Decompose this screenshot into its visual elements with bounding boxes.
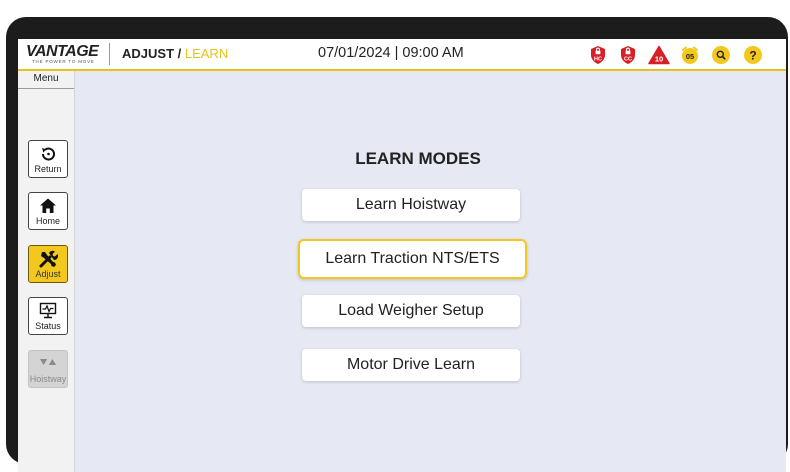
car-call-lock-icon[interactable]: CC: [618, 45, 638, 65]
load-weigher-setup-button[interactable]: Load Weigher Setup: [302, 295, 520, 327]
sidebar-item-label: Return: [34, 164, 62, 174]
home-icon: [40, 198, 56, 213]
header-divider: [109, 43, 110, 65]
sidebar-item-label: Home: [35, 216, 60, 226]
cc-label: CC: [624, 56, 632, 62]
svg-text:?: ?: [749, 49, 756, 63]
logo-tagline: THE POWER TO MOVE: [32, 59, 95, 64]
monitor-icon: [39, 302, 57, 319]
sidebar-item-label: Adjust: [35, 269, 61, 279]
sidebar-item-status[interactable]: Status: [28, 297, 68, 335]
vantage-logo: VANTAGE THE POWER TO MOVE: [26, 44, 102, 66]
up-down-arrows-icon: [40, 359, 56, 365]
return-icon: [41, 147, 55, 161]
breadcrumb-separator: /: [174, 46, 185, 61]
page-title: LEARN MODES: [355, 149, 481, 168]
logo-text: VANTAGE: [26, 43, 99, 60]
tools-icon: [39, 250, 58, 268]
header-bar: VANTAGE THE POWER TO MOVE ADJUST / LEARN…: [18, 39, 786, 71]
date-time: 07/01/2024 | 09:00 AM: [318, 45, 464, 61]
learn-traction-nts-ets-button[interactable]: Learn Traction NTS/ETS: [298, 239, 527, 279]
sidebar-item-label: Status: [35, 321, 61, 331]
breadcrumb-current: LEARN: [184, 46, 229, 61]
alarm-count: 10: [655, 55, 663, 64]
screen: VANTAGE THE POWER TO MOVE ADJUST / LEARN…: [18, 39, 786, 472]
motor-drive-learn-button[interactable]: Motor Drive Learn: [302, 349, 520, 381]
menu-label: Menu: [18, 71, 74, 89]
sidebar-item-adjust[interactable]: Adjust: [28, 245, 68, 283]
sidebar-item-return[interactable]: Return: [28, 140, 68, 178]
sidebar-item-hoistway[interactable]: Hoistway: [28, 350, 68, 388]
search-icon[interactable]: [711, 45, 731, 65]
breadcrumb-parent[interactable]: ADJUST: [122, 46, 174, 61]
help-icon[interactable]: ?: [743, 45, 763, 65]
alarm-clock-count: 05: [686, 52, 694, 61]
sidebar-item-home[interactable]: Home: [28, 192, 68, 230]
sidebar-item-label: Hoistway: [29, 374, 67, 384]
device-frame: VANTAGE THE POWER TO MOVE ADJUST / LEARN…: [6, 17, 788, 472]
hall-call-lock-icon[interactable]: HC: [588, 45, 608, 65]
learn-hoistway-button[interactable]: Learn Hoistway: [302, 189, 520, 221]
alarm-clock-icon[interactable]: 05: [680, 45, 700, 65]
alarm-warning-icon[interactable]: 10: [648, 45, 670, 65]
sidebar: Menu Return Home Adjust Status Hoistway: [18, 71, 75, 472]
breadcrumb: ADJUST / LEARN: [122, 46, 228, 62]
hc-label: HC: [594, 56, 602, 62]
